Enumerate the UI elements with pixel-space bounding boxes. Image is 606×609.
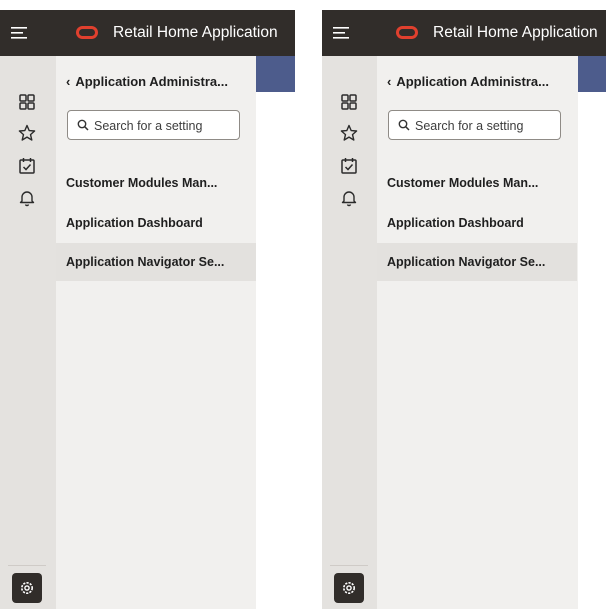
icon-rail [322,56,377,609]
app-panel-left: Retail Home Application ‹ Application Ad… [0,10,295,609]
app-title: Retail Home Application [433,24,598,41]
back-link-label: Application Administra... [396,74,549,89]
settings-nav: ‹ Application Administra... Customer Modu… [377,56,578,609]
star-icon[interactable] [18,124,36,142]
app-title: Retail Home Application [113,24,278,41]
nav-item-customer-modules[interactable]: Customer Modules Man... [56,164,256,202]
search-input[interactable] [413,116,557,136]
settings-nav: ‹ Application Administra... Customer Modu… [56,56,256,609]
back-link[interactable]: ‹ Application Administra... [387,74,549,89]
search-icon [398,119,410,131]
settings-button[interactable] [334,573,364,603]
chevron-left-icon: ‹ [387,74,392,89]
hamburger-menu-icon[interactable] [332,24,350,42]
nav-item-customer-modules[interactable]: Customer Modules Man... [377,164,577,202]
content-area [578,92,606,609]
content-header-strip [256,56,295,92]
grid-icon[interactable] [18,93,36,111]
nav-item-application-dashboard[interactable]: Application Dashboard [377,204,577,242]
search-icon [77,119,89,131]
content-area [256,92,295,609]
back-link[interactable]: ‹ Application Administra... [66,74,228,89]
icon-rail [0,56,56,609]
chevron-left-icon: ‹ [66,74,71,89]
search-box [67,110,240,140]
nav-item-application-navigator[interactable]: Application Navigator Se... [56,243,256,281]
settings-button[interactable] [12,573,42,603]
app-header: Retail Home Application [0,10,295,56]
bell-icon[interactable] [18,189,36,207]
back-link-label: Application Administra... [75,74,228,89]
rail-divider [330,565,368,566]
app-header: Retail Home Application [322,10,606,56]
nav-item-application-dashboard[interactable]: Application Dashboard [56,204,256,242]
star-icon[interactable] [340,124,358,142]
search-input[interactable] [92,116,236,136]
app-panel-right: Retail Home Application ‹ Application Ad… [322,10,606,609]
rail-divider [8,565,46,566]
oracle-logo-icon [76,26,98,39]
hamburger-menu-icon[interactable] [10,24,28,42]
grid-icon[interactable] [340,93,358,111]
search-box [388,110,561,140]
gear-icon [343,582,355,594]
oracle-logo-icon [396,26,418,39]
bell-icon[interactable] [340,189,358,207]
calendar-check-icon[interactable] [340,157,358,175]
nav-item-application-navigator[interactable]: Application Navigator Se... [377,243,577,281]
gear-icon [21,582,33,594]
calendar-check-icon[interactable] [18,157,36,175]
content-header-strip [578,56,606,92]
